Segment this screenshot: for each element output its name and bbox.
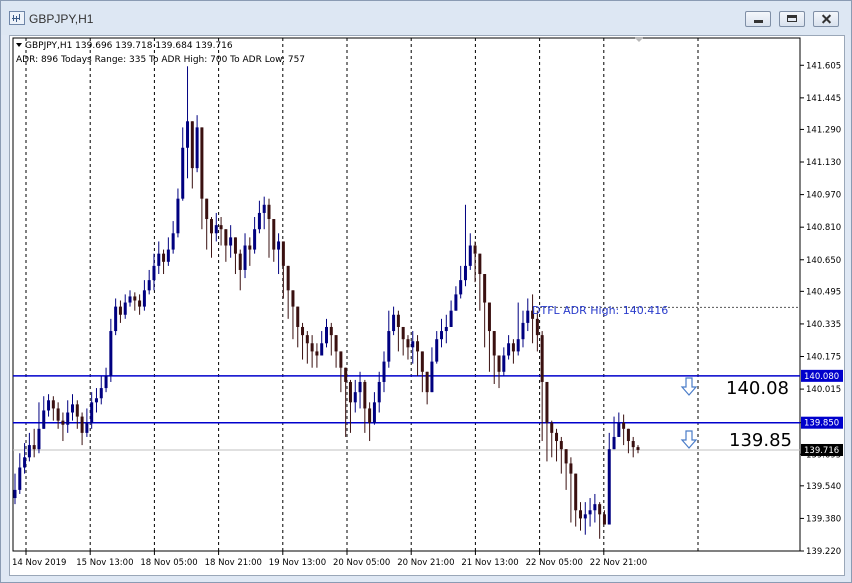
candlestick-chart[interactable]: 141.605 141.445 141.290 141.130 140.970 140.8… (10, 36, 844, 575)
price-tick-label: 139.380 (806, 514, 841, 524)
level-label-lower: 139.85 (729, 430, 792, 451)
price-tick-label: 140.495 (806, 287, 841, 297)
adr-high-label: DTFL ADR High: 140.416 (532, 304, 668, 317)
price-tick-label: 141.290 (806, 125, 841, 135)
price-tick-label: 140.970 (806, 191, 841, 201)
time-tick-label: 18 Nov 21:00 (205, 558, 262, 568)
adr-info: ADR: 896 Todays Range: 335 To ADR High: … (16, 55, 305, 65)
level-price-label: 139.850 (804, 419, 839, 429)
time-axis: 14 Nov 2019 15 Nov 13:00 18 Nov 05:00 18 No… (12, 551, 647, 568)
level-price-label: 140.080 (804, 372, 839, 382)
price-tick-label: 139.220 (806, 547, 841, 557)
price-tick-label: 140.335 (806, 320, 841, 330)
chart-area[interactable]: 141.605 141.445 141.290 141.130 140.970 140.8… (9, 35, 845, 576)
time-tick-label: 15 Nov 13:00 (76, 558, 133, 568)
price-tick-label: 141.130 (806, 158, 841, 168)
price-tick-label: 141.605 (806, 61, 841, 71)
price-tick-label: 140.015 (806, 385, 841, 395)
maximize-icon (780, 12, 804, 26)
chart-window: GBPJPY,H1 141.605 141.445 141.290 141.130 14… (0, 0, 852, 583)
window-title: GBPJPY,H1 (29, 12, 94, 26)
chart-ohlc-header: GBPJPY,H1 139.696 139.718 139.684 139.71… (25, 41, 233, 51)
current-price-label: 139.716 (804, 446, 839, 456)
time-tick-label: 20 Nov 21:00 (397, 558, 454, 568)
time-tick-label: 22 Nov 05:00 (526, 558, 583, 568)
time-tick-label: 20 Nov 05:00 (333, 558, 390, 568)
time-tick-label: 19 Nov 13:00 (269, 558, 326, 568)
time-tick-label: 18 Nov 05:00 (140, 558, 197, 568)
title-bar[interactable]: GBPJPY,H1 (1, 1, 851, 35)
level-label-upper: 140.08 (726, 378, 789, 399)
time-tick-label: 22 Nov 21:00 (590, 558, 647, 568)
price-tick-label: 140.810 (806, 223, 841, 233)
chart-window-icon (9, 11, 25, 25)
plot-frame (12, 37, 801, 552)
minimize-icon (746, 12, 770, 26)
price-tick-label: 141.445 (806, 94, 841, 104)
time-tick-label: 14 Nov 2019 (12, 558, 66, 568)
price-axis: 141.605 141.445 141.290 141.130 140.970 140.8… (800, 61, 841, 557)
close-button[interactable] (813, 11, 839, 27)
close-icon (814, 12, 838, 26)
minimize-button[interactable] (745, 11, 771, 27)
price-tick-label: 140.175 (806, 353, 841, 363)
maximize-button[interactable] (779, 11, 805, 27)
price-tick-label: 139.540 (806, 482, 841, 492)
price-tick-label: 140.650 (806, 256, 841, 266)
time-tick-label: 21 Nov 13:00 (461, 558, 518, 568)
